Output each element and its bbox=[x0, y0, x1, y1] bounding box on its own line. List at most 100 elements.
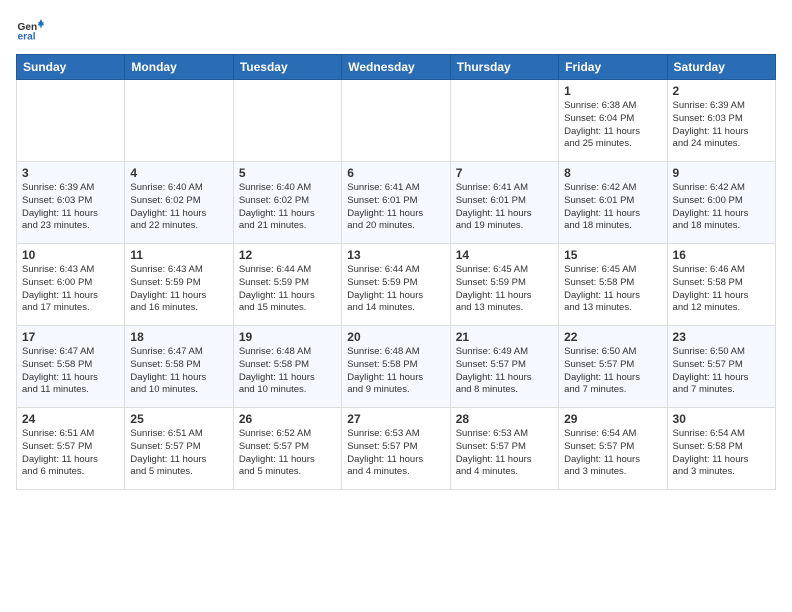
day-info: Sunrise: 6:39 AM Sunset: 6:03 PM Dayligh… bbox=[22, 182, 119, 233]
day-info: Sunrise: 6:39 AM Sunset: 6:03 PM Dayligh… bbox=[673, 100, 770, 151]
logo-icon: Gen eral bbox=[16, 16, 44, 44]
day-info: Sunrise: 6:50 AM Sunset: 5:57 PM Dayligh… bbox=[673, 346, 770, 397]
day-info: Sunrise: 6:46 AM Sunset: 5:58 PM Dayligh… bbox=[673, 264, 770, 315]
calendar-cell: 20Sunrise: 6:48 AM Sunset: 5:58 PM Dayli… bbox=[342, 326, 450, 408]
day-number: 5 bbox=[239, 166, 336, 180]
calendar-cell: 8 Sunrise: 6:42 AM Sunset: 6:01 PM Daylig… bbox=[559, 162, 667, 244]
day-number: 8 bbox=[564, 166, 661, 180]
day-info: Sunrise: 6:41 AM Sunset: 6:01 PM Dayligh… bbox=[347, 182, 444, 233]
day-info: Sunrise: 6:41 AM Sunset: 6:01 PM Dayligh… bbox=[456, 182, 553, 233]
day-number: 7 bbox=[456, 166, 553, 180]
day-number: 17 bbox=[22, 330, 119, 344]
weekday-header-tuesday: Tuesday bbox=[233, 55, 341, 80]
day-number: 15 bbox=[564, 248, 661, 262]
calendar-cell: 4Sunrise: 6:40 AM Sunset: 6:02 PM Daylig… bbox=[125, 162, 233, 244]
day-number: 25 bbox=[130, 412, 227, 426]
day-info: Sunrise: 6:45 AM Sunset: 5:59 PM Dayligh… bbox=[456, 264, 553, 315]
calendar-cell: 30 Sunrise: 6:54 AM Sunset: 5:58 PM Dayli… bbox=[667, 408, 775, 490]
day-number: 18 bbox=[130, 330, 227, 344]
weekday-header-sunday: Sunday bbox=[17, 55, 125, 80]
calendar-cell: 19Sunrise: 6:48 AM Sunset: 5:58 PM Dayli… bbox=[233, 326, 341, 408]
calendar-cell: 5 Sunrise: 6:40 AM Sunset: 6:02 PM Daylig… bbox=[233, 162, 341, 244]
day-number: 16 bbox=[673, 248, 770, 262]
calendar-cell: 14 Sunrise: 6:45 AM Sunset: 5:59 PM Dayli… bbox=[450, 244, 558, 326]
calendar-cell: 1Sunrise: 6:38 AM Sunset: 6:04 PM Daylig… bbox=[559, 80, 667, 162]
calendar-cell: 17 Sunrise: 6:47 AM Sunset: 5:58 PM Dayli… bbox=[17, 326, 125, 408]
calendar-table: SundayMondayTuesdayWednesdayThursdayFrid… bbox=[16, 54, 776, 490]
day-number: 3 bbox=[22, 166, 119, 180]
logo: Gen eral bbox=[16, 16, 48, 44]
calendar-cell: 25 Sunrise: 6:51 AM Sunset: 5:57 PM Dayli… bbox=[125, 408, 233, 490]
weekday-header-monday: Monday bbox=[125, 55, 233, 80]
day-info: Sunrise: 6:50 AM Sunset: 5:57 PM Dayligh… bbox=[564, 346, 661, 397]
calendar-week-5: 24 Sunrise: 6:51 AM Sunset: 5:57 PM Dayli… bbox=[17, 408, 776, 490]
calendar-week-3: 10Sunrise: 6:43 AM Sunset: 6:00 PM Dayli… bbox=[17, 244, 776, 326]
day-number: 12 bbox=[239, 248, 336, 262]
day-info: Sunrise: 6:51 AM Sunset: 5:57 PM Dayligh… bbox=[130, 428, 227, 479]
weekday-header-thursday: Thursday bbox=[450, 55, 558, 80]
weekday-row: SundayMondayTuesdayWednesdayThursdayFrid… bbox=[17, 55, 776, 80]
calendar-cell: 12 Sunrise: 6:44 AM Sunset: 5:59 PM Dayli… bbox=[233, 244, 341, 326]
weekday-header-saturday: Saturday bbox=[667, 55, 775, 80]
calendar-cell: 27 Sunrise: 6:53 AM Sunset: 5:57 PM Dayli… bbox=[342, 408, 450, 490]
day-number: 29 bbox=[564, 412, 661, 426]
day-number: 11 bbox=[130, 248, 227, 262]
calendar-cell: 22 Sunrise: 6:50 AM Sunset: 5:57 PM Dayli… bbox=[559, 326, 667, 408]
day-info: Sunrise: 6:44 AM Sunset: 5:59 PM Dayligh… bbox=[347, 264, 444, 315]
day-info: Sunrise: 6:49 AM Sunset: 5:57 PM Dayligh… bbox=[456, 346, 553, 397]
day-number: 22 bbox=[564, 330, 661, 344]
day-info: Sunrise: 6:51 AM Sunset: 5:57 PM Dayligh… bbox=[22, 428, 119, 479]
day-number: 23 bbox=[673, 330, 770, 344]
day-info: Sunrise: 6:38 AM Sunset: 6:04 PM Dayligh… bbox=[564, 100, 661, 151]
calendar-cell: 10Sunrise: 6:43 AM Sunset: 6:00 PM Dayli… bbox=[17, 244, 125, 326]
day-info: Sunrise: 6:52 AM Sunset: 5:57 PM Dayligh… bbox=[239, 428, 336, 479]
day-number: 27 bbox=[347, 412, 444, 426]
day-info: Sunrise: 6:42 AM Sunset: 6:01 PM Dayligh… bbox=[564, 182, 661, 233]
calendar-week-2: 3 Sunrise: 6:39 AM Sunset: 6:03 PM Daylig… bbox=[17, 162, 776, 244]
calendar-cell: 18 Sunrise: 6:47 AM Sunset: 5:58 PM Dayli… bbox=[125, 326, 233, 408]
calendar-cell: 15 Sunrise: 6:45 AM Sunset: 5:58 PM Dayli… bbox=[559, 244, 667, 326]
day-info: Sunrise: 6:45 AM Sunset: 5:58 PM Dayligh… bbox=[564, 264, 661, 315]
day-number: 24 bbox=[22, 412, 119, 426]
day-info: Sunrise: 6:44 AM Sunset: 5:59 PM Dayligh… bbox=[239, 264, 336, 315]
calendar-cell: 28 Sunrise: 6:53 AM Sunset: 5:57 PM Dayli… bbox=[450, 408, 558, 490]
calendar-cell: 11 Sunrise: 6:43 AM Sunset: 5:59 PM Dayli… bbox=[125, 244, 233, 326]
calendar-cell: 26 Sunrise: 6:52 AM Sunset: 5:57 PM Dayli… bbox=[233, 408, 341, 490]
weekday-header-wednesday: Wednesday bbox=[342, 55, 450, 80]
day-number: 6 bbox=[347, 166, 444, 180]
page-header: Gen eral bbox=[16, 16, 776, 44]
calendar-cell bbox=[17, 80, 125, 162]
day-info: Sunrise: 6:43 AM Sunset: 5:59 PM Dayligh… bbox=[130, 264, 227, 315]
day-number: 30 bbox=[673, 412, 770, 426]
day-number: 28 bbox=[456, 412, 553, 426]
calendar-cell: 21 Sunrise: 6:49 AM Sunset: 5:57 PM Dayli… bbox=[450, 326, 558, 408]
day-info: Sunrise: 6:54 AM Sunset: 5:58 PM Dayligh… bbox=[673, 428, 770, 479]
day-number: 2 bbox=[673, 84, 770, 98]
svg-text:eral: eral bbox=[18, 31, 36, 42]
calendar-cell: 6 Sunrise: 6:41 AM Sunset: 6:01 PM Daylig… bbox=[342, 162, 450, 244]
calendar-cell: 23 Sunrise: 6:50 AM Sunset: 5:57 PM Dayli… bbox=[667, 326, 775, 408]
day-number: 13 bbox=[347, 248, 444, 262]
day-number: 21 bbox=[456, 330, 553, 344]
day-info: Sunrise: 6:48 AM Sunset: 5:58 PM Dayligh… bbox=[347, 346, 444, 397]
calendar-cell: 24 Sunrise: 6:51 AM Sunset: 5:57 PM Dayli… bbox=[17, 408, 125, 490]
calendar-body: 1Sunrise: 6:38 AM Sunset: 6:04 PM Daylig… bbox=[17, 80, 776, 490]
day-info: Sunrise: 6:42 AM Sunset: 6:00 PM Dayligh… bbox=[673, 182, 770, 233]
calendar-week-4: 17 Sunrise: 6:47 AM Sunset: 5:58 PM Dayli… bbox=[17, 326, 776, 408]
calendar-cell: 16 Sunrise: 6:46 AM Sunset: 5:58 PM Dayli… bbox=[667, 244, 775, 326]
day-number: 14 bbox=[456, 248, 553, 262]
calendar-header: SundayMondayTuesdayWednesdayThursdayFrid… bbox=[17, 55, 776, 80]
weekday-header-friday: Friday bbox=[559, 55, 667, 80]
calendar-cell bbox=[233, 80, 341, 162]
day-info: Sunrise: 6:53 AM Sunset: 5:57 PM Dayligh… bbox=[347, 428, 444, 479]
day-info: Sunrise: 6:47 AM Sunset: 5:58 PM Dayligh… bbox=[22, 346, 119, 397]
day-info: Sunrise: 6:40 AM Sunset: 6:02 PM Dayligh… bbox=[130, 182, 227, 233]
day-info: Sunrise: 6:47 AM Sunset: 5:58 PM Dayligh… bbox=[130, 346, 227, 397]
calendar-cell: 13 Sunrise: 6:44 AM Sunset: 5:59 PM Dayli… bbox=[342, 244, 450, 326]
calendar-cell: 2 Sunrise: 6:39 AM Sunset: 6:03 PM Daylig… bbox=[667, 80, 775, 162]
day-number: 26 bbox=[239, 412, 336, 426]
calendar-week-1: 1Sunrise: 6:38 AM Sunset: 6:04 PM Daylig… bbox=[17, 80, 776, 162]
day-info: Sunrise: 6:53 AM Sunset: 5:57 PM Dayligh… bbox=[456, 428, 553, 479]
day-number: 19 bbox=[239, 330, 336, 344]
day-info: Sunrise: 6:40 AM Sunset: 6:02 PM Dayligh… bbox=[239, 182, 336, 233]
